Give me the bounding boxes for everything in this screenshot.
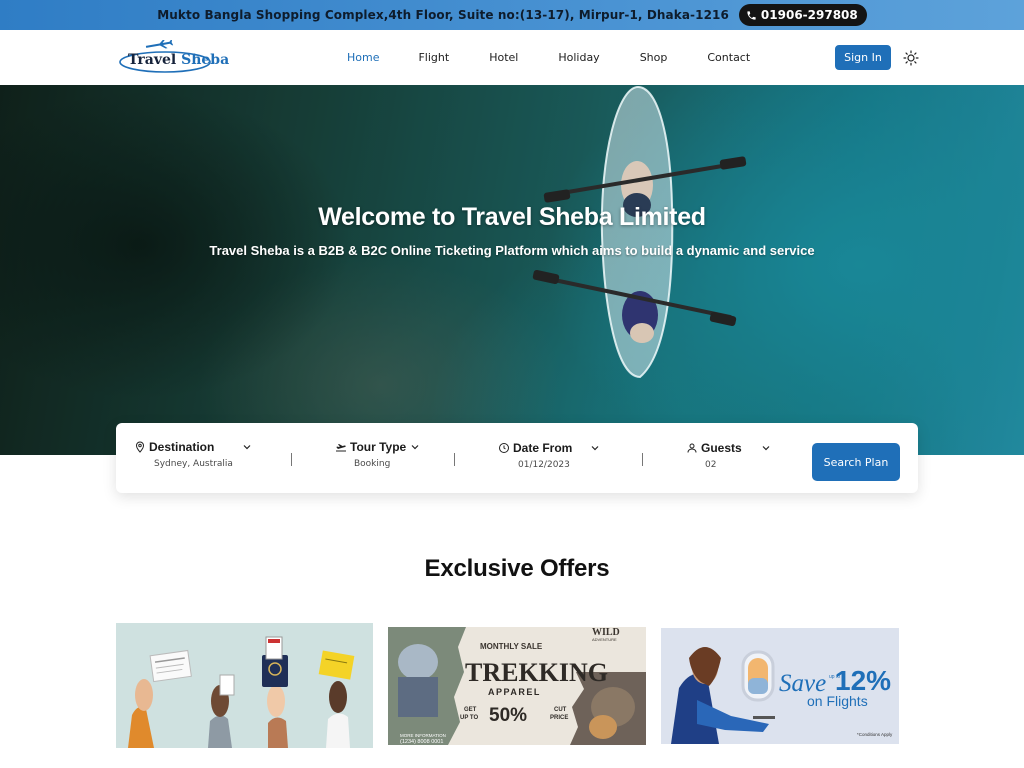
flight-conditions: *Conditions Apply <box>857 732 893 737</box>
hero-subtitle: Travel Sheba is a B2B & B2C Online Ticke… <box>209 243 815 258</box>
hero-banner: Welcome to Travel Sheba Limited Travel S… <box>0 85 1024 455</box>
destination-field[interactable]: Destination Sydney, Australia <box>134 440 253 480</box>
guests-value: 02 <box>705 460 717 470</box>
trek-phone: (1234) 8008 0001 <box>400 739 443 745</box>
field-divider <box>454 453 455 466</box>
date-from-field[interactable]: Date From 01/12/2023 <box>498 440 601 480</box>
trek-more-info: MORE INFORMATION <box>400 733 446 738</box>
nav-item-hotel[interactable]: Hotel <box>469 30 538 85</box>
trek-monthly-sale: MONTHLY SALE <box>480 642 543 651</box>
tour-type-value: Booking <box>354 459 391 469</box>
hero-title: Welcome to Travel Sheba Limited <box>318 203 706 231</box>
trek-discount: 50% <box>489 705 527 726</box>
nav-menu: Home Flight Hotel Holiday Shop Contact <box>334 30 770 85</box>
kayak-image <box>532 85 747 379</box>
phone-number: 01906-297808 <box>760 8 858 22</box>
search-panel: Destination Sydney, Australia Tour Type … <box>116 423 918 493</box>
nav-item-shop[interactable]: Shop <box>620 30 688 85</box>
plane-takeoff-icon <box>336 444 346 452</box>
trek-get: GET <box>464 707 477 713</box>
brand-name-part1: Travel <box>128 52 182 68</box>
nav-item-contact[interactable]: Contact <box>687 30 770 85</box>
brand-logo[interactable]: Travel Sheba <box>117 40 229 76</box>
offer-card-trekking[interactable]: MONTHLY SALE WILD ADVENTURE TREKKING APP… <box>388 627 646 745</box>
date-from-label: Date From <box>513 441 573 455</box>
offer-card-flights[interactable]: Save up to 12% on Flights *Conditions Ap… <box>661 628 899 744</box>
trek-subline: APPAREL <box>488 687 541 697</box>
field-divider <box>642 453 643 466</box>
destination-label: Destination <box>149 440 215 454</box>
field-divider <box>291 453 292 466</box>
offer-card-documents[interactable] <box>116 623 373 748</box>
trek-price: PRICE <box>550 715 568 721</box>
chevron-down-icon[interactable] <box>760 442 772 454</box>
date-from-value: 01/12/2023 <box>518 460 570 470</box>
tour-type-field[interactable]: Tour Type Booking <box>335 440 421 480</box>
clock-icon <box>499 443 509 453</box>
nav-item-flight[interactable]: Flight <box>398 30 469 85</box>
brand-name: Travel Sheba <box>128 52 229 68</box>
trek-upto: UP TO <box>460 715 478 721</box>
user-icon <box>687 443 697 453</box>
sun-icon[interactable] <box>903 50 919 66</box>
chevron-down-icon[interactable] <box>589 442 601 454</box>
office-address: Mukto Bangla Shopping Complex,4th Floor,… <box>157 8 729 22</box>
nav-item-holiday[interactable]: Holiday <box>538 30 619 85</box>
trek-cut: CUT <box>554 707 567 713</box>
chevron-down-icon[interactable] <box>409 441 421 453</box>
nav-item-home[interactable]: Home <box>334 30 393 85</box>
location-pin-icon <box>135 441 145 453</box>
flights-sale-image: Save up to 12% on Flights *Conditions Ap… <box>661 628 899 744</box>
offers-heading: Exclusive Offers <box>424 555 610 582</box>
top-info-bar: Mukto Bangla Shopping Complex,4th Floor,… <box>0 0 1024 30</box>
trekking-sale-image: MONTHLY SALE WILD ADVENTURE TREKKING APP… <box>388 627 646 745</box>
flight-on-flights: on Flights <box>807 693 868 709</box>
destination-value: Sydney, Australia <box>154 459 233 469</box>
trek-headline: TREKKING <box>465 658 608 687</box>
phone-pill[interactable]: 01906-297808 <box>738 4 867 26</box>
guests-field[interactable]: Guests 02 <box>686 440 772 480</box>
airplane-icon <box>145 40 174 49</box>
sign-in-button[interactable]: Sign In <box>835 45 891 70</box>
tour-type-label: Tour Type <box>350 440 407 454</box>
search-plan-button[interactable]: Search Plan <box>812 443 900 481</box>
documents-hands-image <box>116 623 373 748</box>
flight-percent: 12% <box>835 665 891 696</box>
trek-brand-sub: ADVENTURE <box>592 637 617 642</box>
guests-label: Guests <box>701 441 742 455</box>
phone-icon <box>747 10 756 20</box>
brand-name-part2: Sheba <box>181 52 230 68</box>
main-navbar: Travel Sheba Home Flight Hotel Holiday S… <box>0 30 1024 85</box>
chevron-down-icon[interactable] <box>241 441 253 453</box>
